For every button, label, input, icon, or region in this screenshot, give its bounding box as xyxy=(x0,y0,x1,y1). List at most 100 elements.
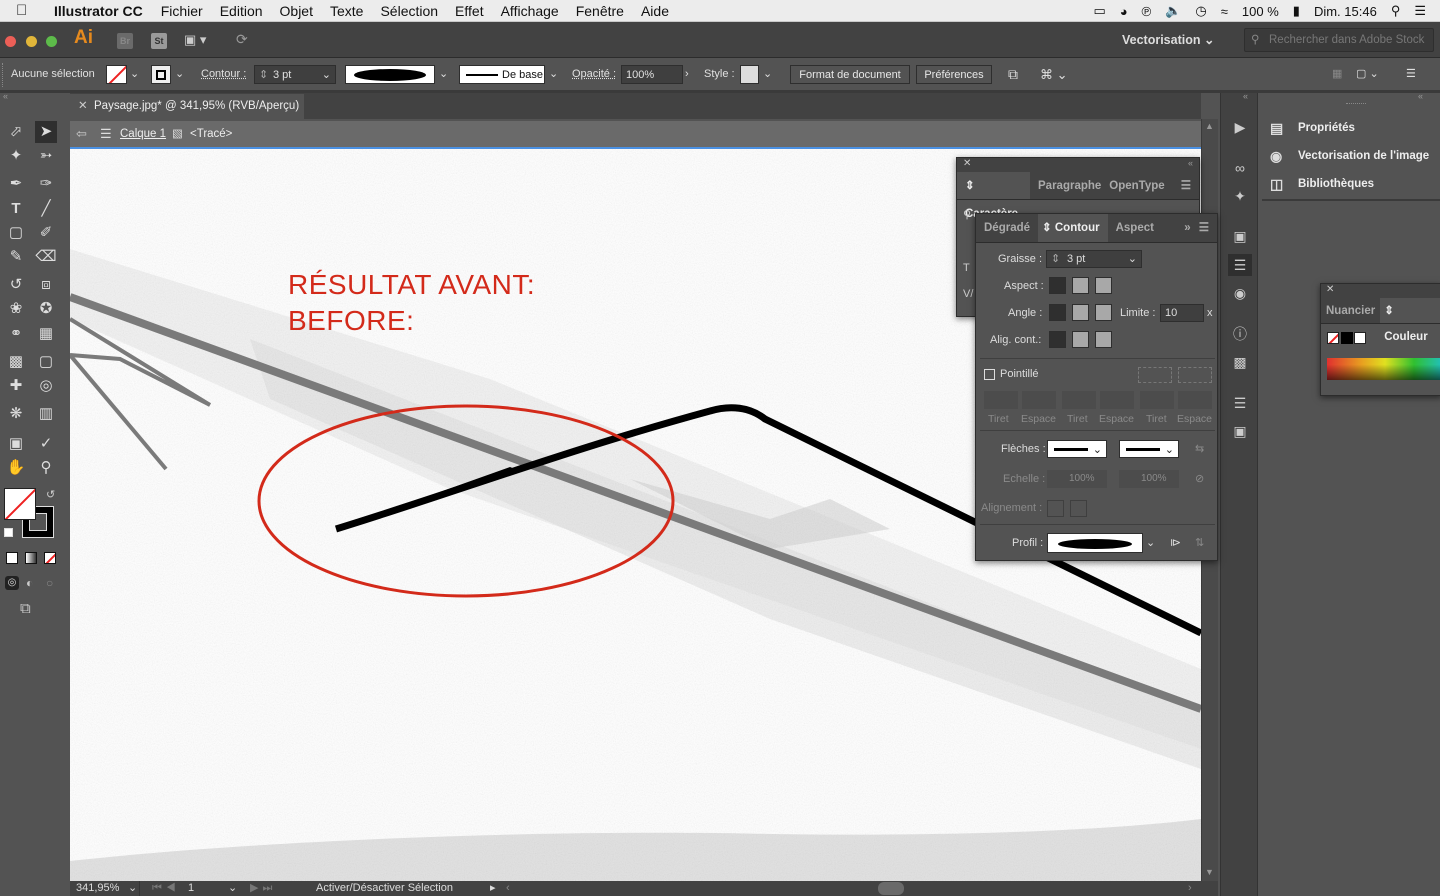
align-outside-button[interactable] xyxy=(1095,331,1112,348)
curvature-tool-icon[interactable]: ✑ xyxy=(35,173,57,195)
line-tool-icon[interactable]: ╱ xyxy=(35,198,57,220)
slice-tool-icon[interactable]: ✓ xyxy=(35,433,57,455)
scroll-up-icon[interactable]: ▲ xyxy=(1205,121,1214,131)
collapse-panels-icon[interactable]: « xyxy=(1418,91,1423,101)
limit-field[interactable]: 10 xyxy=(1160,304,1204,322)
menu-edition[interactable]: Edition xyxy=(220,3,263,19)
notification-icon[interactable]: ☰ xyxy=(1414,3,1426,19)
width-tool-icon[interactable]: ❀ xyxy=(5,298,27,320)
breadcrumb-object[interactable]: <Tracé> xyxy=(190,121,232,147)
menu-fichier[interactable]: Fichier xyxy=(161,3,203,19)
eyedropper-tool-icon[interactable]: ✚ xyxy=(5,375,27,397)
none-swatch[interactable] xyxy=(1327,332,1339,344)
artboards-panel-icon[interactable]: ▣ xyxy=(1228,420,1252,442)
actions-panel-icon[interactable]: ▶ xyxy=(1228,116,1252,138)
display-icon[interactable]: ▭ xyxy=(1093,3,1105,19)
end-arrowhead-select[interactable]: ⌄ xyxy=(1119,440,1179,458)
battery-icon[interactable]: ▮ xyxy=(1293,3,1300,19)
zoom-window-button[interactable] xyxy=(46,36,57,47)
document-setup-button[interactable]: Format de document xyxy=(790,65,910,84)
bluetooth-icon[interactable]: ℗ xyxy=(1142,4,1152,19)
scroll-down-icon[interactable]: ▼ xyxy=(1205,867,1214,877)
draw-behind-icon[interactable]: ◐ xyxy=(26,576,33,590)
gradient-panel-icon[interactable]: ▣ xyxy=(1228,225,1252,247)
status-menu-icon[interactable]: ▸ xyxy=(490,881,496,896)
chevron-down-icon[interactable]: ⌄ xyxy=(128,881,137,896)
symbol-sprayer-icon[interactable]: ❋ xyxy=(5,403,27,425)
swap-colors-icon[interactable]: ↺ xyxy=(46,488,55,501)
opacity-field[interactable]: 100% xyxy=(621,65,683,84)
close-tab-icon[interactable]: ✕ xyxy=(78,94,88,119)
chevron-down-icon[interactable]: ⌄ xyxy=(228,881,237,896)
minimize-window-button[interactable] xyxy=(26,36,37,47)
tab-contour[interactable]: ⇕ Contour xyxy=(1038,214,1108,242)
projecting-cap-button[interactable] xyxy=(1095,277,1112,294)
chevron-down-icon[interactable]: ⌄ xyxy=(549,65,558,84)
round-join-button[interactable] xyxy=(1072,304,1089,321)
gradient-mode-button[interactable] xyxy=(25,552,37,564)
rectangle-tool-icon[interactable]: ▢ xyxy=(5,222,27,244)
image-trace-panel-tab[interactable]: ◉ Vectorisation de l'image xyxy=(1270,145,1429,167)
back-arrow-icon[interactable]: ⇦ xyxy=(76,121,87,147)
close-panel-icon[interactable]: ✕ xyxy=(963,158,971,169)
chevron-down-icon[interactable]: ⌄ xyxy=(175,65,184,84)
swap-arrowheads-icon[interactable]: ⇆ xyxy=(1195,436,1204,462)
arrange-icon[interactable]: ▢ ⌄ xyxy=(1356,65,1379,84)
apple-icon[interactable]:  xyxy=(16,2,38,19)
menu-affichage[interactable]: Affichage xyxy=(501,3,559,19)
stepper-icon[interactable]: ⇕ xyxy=(259,66,268,85)
battery-text[interactable]: 100 % xyxy=(1242,4,1279,19)
stroke-swatch[interactable] xyxy=(151,65,171,84)
scroll-right-icon[interactable]: › xyxy=(1188,881,1192,896)
width-profile-select[interactable] xyxy=(1047,533,1143,553)
chevron-down-icon[interactable]: ⌄ xyxy=(1146,530,1155,556)
menu-texte[interactable]: Texte xyxy=(330,3,363,19)
menu-selection[interactable]: Sélection xyxy=(380,3,438,19)
mesh-tool-icon[interactable]: ▩ xyxy=(5,351,27,373)
collapse-panel-icon[interactable]: « xyxy=(1188,158,1193,168)
fill-color-box[interactable] xyxy=(4,488,36,520)
fill-swatch[interactable] xyxy=(106,65,127,84)
menu-aide[interactable]: Aide xyxy=(641,3,669,19)
breadcrumb-layer[interactable]: Calque 1 xyxy=(120,121,166,147)
menu-fenetre[interactable]: Fenêtre xyxy=(576,3,624,19)
arrange-documents-icon[interactable]: ▣ ▾ xyxy=(184,32,206,48)
stock-icon[interactable]: St xyxy=(151,33,167,49)
stroke-panel-icon[interactable]: ☰ xyxy=(1228,254,1252,276)
wifi-icon[interactable]: ≈ xyxy=(1221,4,1228,19)
tab-caractere[interactable]: ⇕ Caractère xyxy=(957,172,1031,220)
appearance-panel-icon[interactable]: ◉ xyxy=(1228,282,1252,304)
next-last-artboard-icon[interactable]: ▶⏭ xyxy=(250,881,276,896)
white-swatch[interactable] xyxy=(1354,332,1366,344)
stroke-label[interactable]: Contour : xyxy=(201,65,246,84)
preserve-dash-button[interactable] xyxy=(1138,367,1172,383)
stroke-weight-field[interactable]: ⇕ 3 pt ⌄ xyxy=(254,65,336,84)
menu-app-name[interactable]: Illustrator CC xyxy=(54,3,143,19)
start-arrowhead-select[interactable]: ⌄ xyxy=(1047,440,1107,458)
flip-across-icon[interactable]: ⇅ xyxy=(1195,530,1204,556)
document-tab[interactable]: ✕ Paysage.jpg* @ 341,95% (RVB/Aperçu) xyxy=(70,94,304,119)
stepper-icon[interactable]: ⇕ xyxy=(1051,251,1060,267)
align-icon[interactable]: ▦ xyxy=(1332,65,1342,84)
drag-handle[interactable] xyxy=(2,63,5,87)
color-mode-button[interactable] xyxy=(6,552,18,564)
opacity-label[interactable]: Opacité : xyxy=(572,65,616,84)
black-swatch[interactable] xyxy=(1341,332,1353,344)
bevel-join-button[interactable] xyxy=(1095,304,1112,321)
dashed-checkbox[interactable] xyxy=(984,369,995,380)
type-tool-icon[interactable]: T xyxy=(5,198,27,220)
workspace-switcher[interactable]: Vectorisation ⌄ xyxy=(1110,28,1236,52)
clock[interactable]: Dim. 15:46 xyxy=(1314,4,1377,19)
menu-objet[interactable]: Objet xyxy=(280,3,313,19)
scroll-left-icon[interactable]: ‹ xyxy=(506,881,510,896)
panel-menu-icon[interactable]: ☰ xyxy=(1195,214,1217,242)
first-prev-artboard-icon[interactable]: ⏮◀ xyxy=(152,881,180,896)
spotlight-icon[interactable]: ⚲ xyxy=(1391,3,1401,19)
chevron-down-icon[interactable]: ⌄ xyxy=(439,65,448,84)
panel-header[interactable]: ✕ « xyxy=(957,158,1199,172)
tab-opentype[interactable]: OpenType xyxy=(1109,172,1172,199)
tab-couleur[interactable]: ⇕ Couleur xyxy=(1380,298,1440,343)
isolate-icon[interactable]: ⧉ xyxy=(1008,65,1018,84)
layers-panel-icon[interactable]: ☰ xyxy=(1228,392,1252,414)
brush-definition[interactable]: De base xyxy=(459,65,545,84)
